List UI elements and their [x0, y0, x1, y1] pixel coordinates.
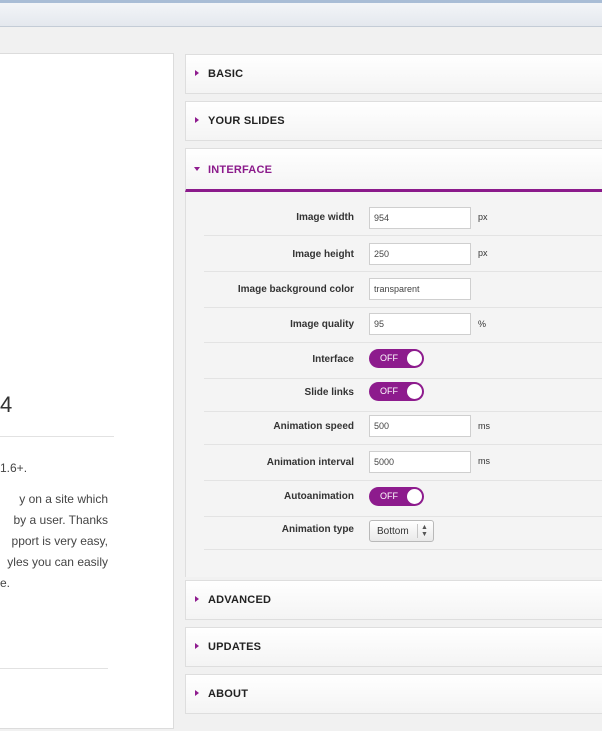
caret-right-icon — [195, 596, 199, 602]
left-text-line: by a user. Thanks — [13, 513, 109, 527]
caret-right-icon — [195, 690, 199, 696]
accordion-about[interactable]: ABOUT — [185, 674, 602, 714]
image-width-input[interactable] — [369, 207, 471, 229]
row-animation-interval: Animation interval ms — [204, 445, 602, 481]
slide-links-toggle[interactable]: OFF — [369, 382, 424, 401]
image-height-input[interactable] — [369, 243, 471, 265]
animation-speed-input[interactable] — [369, 415, 471, 437]
left-text-line: 1.6+. — [0, 461, 28, 475]
accordion-your-slides[interactable]: YOUR SLIDES — [185, 101, 602, 141]
divider — [0, 436, 114, 437]
left-text-line: y on a site which — [19, 492, 108, 506]
toggle-knob — [407, 351, 422, 366]
caret-right-icon — [195, 70, 199, 76]
unit-label: ms — [478, 421, 490, 431]
field-label: Animation interval — [266, 457, 354, 468]
up-down-arrows-icon: ▲ ▼ — [421, 524, 428, 538]
accordion-label: YOUR SLIDES — [208, 115, 285, 127]
accordion-label: UPDATES — [208, 641, 262, 653]
accordion-label: BASIC — [208, 68, 244, 80]
accordion-label: ADVANCED — [208, 594, 272, 606]
left-panel-heading: 4 — [0, 392, 13, 417]
toggle-state: OFF — [380, 491, 398, 501]
autoanimation-toggle[interactable]: OFF — [369, 487, 424, 506]
accordion-basic[interactable]: BASIC — [185, 54, 602, 94]
toggle-knob — [407, 384, 422, 399]
field-label: Autoanimation — [284, 491, 354, 502]
admin-subbar — [0, 27, 602, 53]
row-image-quality: Image quality % — [204, 307, 602, 343]
row-image-width: Image width px — [204, 200, 602, 236]
row-animation-type: Animation type Bottom ▲ ▼ — [204, 514, 602, 550]
accordion-label: INTERFACE — [208, 164, 273, 176]
field-label: Image quality — [290, 319, 354, 330]
accordion-label: ABOUT — [208, 688, 249, 700]
left-text-line: yles you can easily — [7, 555, 108, 569]
image-quality-input[interactable] — [369, 313, 471, 335]
accordion-advanced[interactable]: ADVANCED — [185, 580, 602, 620]
field-label: Animation speed — [273, 421, 354, 432]
browser-toolbar — [0, 0, 602, 27]
select-value: Bottom — [377, 526, 409, 537]
animation-type-select[interactable]: Bottom ▲ ▼ — [369, 520, 434, 542]
field-label: Interface — [312, 354, 354, 365]
row-interface: Interface OFF — [204, 343, 602, 379]
toggle-state: OFF — [380, 353, 398, 363]
divider — [0, 668, 108, 669]
accordion-interface[interactable]: INTERFACE — [185, 148, 602, 192]
select-divider — [417, 524, 418, 538]
field-label: Image width — [296, 212, 354, 223]
row-autoanimation: Autoanimation OFF — [204, 481, 602, 517]
row-bg-color: Image background color — [204, 272, 602, 308]
unit-label: % — [478, 319, 487, 329]
left-panel — [0, 53, 174, 729]
caret-right-icon — [195, 117, 199, 123]
unit-label: px — [478, 248, 488, 258]
toggle-knob — [407, 489, 422, 504]
row-animation-speed: Animation speed ms — [204, 409, 602, 445]
field-label: Image background color — [237, 284, 354, 295]
animation-interval-input[interactable] — [369, 451, 471, 473]
row-image-height: Image height px — [204, 236, 602, 272]
caret-down-icon — [194, 167, 200, 171]
accordion-updates[interactable]: UPDATES — [185, 627, 602, 667]
left-text-line: pport is very easy, — [11, 534, 108, 548]
field-label: Slide links — [304, 387, 354, 398]
row-slide-links: Slide links OFF — [204, 376, 602, 412]
field-label: Animation type — [281, 524, 354, 535]
left-text-line: e. — [0, 576, 11, 590]
toggle-state: OFF — [380, 386, 398, 396]
unit-label: px — [478, 212, 488, 222]
unit-label: ms — [478, 456, 490, 466]
caret-right-icon — [195, 643, 199, 649]
field-label: Image height — [292, 249, 354, 260]
interface-toggle[interactable]: OFF — [369, 349, 424, 368]
bg-color-input[interactable] — [369, 278, 471, 300]
